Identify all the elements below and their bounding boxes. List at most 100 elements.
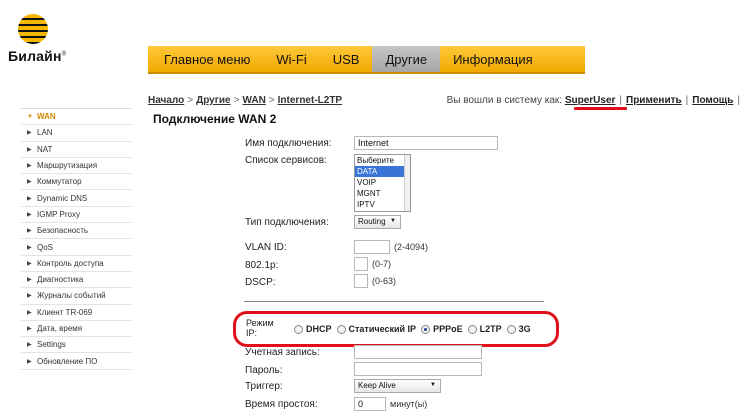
chevron-right-icon: ▶ [27, 244, 32, 251]
sidebar-item-access-control[interactable]: ▶ Контроль доступа [21, 256, 132, 272]
beeline-logo: Билайн® [8, 14, 78, 64]
chevron-right-icon: ▶ [27, 179, 32, 186]
chevron-right-icon: ▶ [27, 195, 32, 202]
logged-in-label: Вы вошли в систему как: [446, 95, 563, 106]
service-option-mgnt[interactable]: MGNT [355, 188, 410, 199]
chevron-right-icon: ▶ [27, 309, 32, 316]
chevron-right-icon: ▶ [27, 146, 32, 153]
chevron-right-icon: ▶ [27, 358, 32, 365]
idle-time-input[interactable] [354, 397, 386, 411]
service-option-select[interactable]: Выберите [355, 155, 410, 166]
sidebar-item-settings[interactable]: ▶ Settings [21, 337, 132, 354]
trademark: ® [61, 51, 67, 58]
radio-3g[interactable] [506, 324, 516, 334]
breadcrumb: Начало > Другие > WAN > Internet-L2TP [148, 95, 342, 106]
chevron-right-icon: ▶ [27, 163, 32, 170]
ip-mode-3g[interactable]: 3G [506, 324, 531, 334]
ip-mode-radio-group: DHCP Статический IP PPPoE L2TP 3G [294, 324, 536, 334]
logo-ball-icon [18, 14, 48, 44]
services-listbox[interactable]: Выберите DATA VOIP MGNT IPTV [354, 154, 411, 212]
dropdown-caret-icon: ▼ [390, 218, 396, 224]
chevron-right-icon: ▶ [27, 293, 32, 300]
sidebar-item-firmware-update[interactable]: ▶ Обновление ПО [21, 353, 132, 370]
sidebar-item-switch[interactable]: ▶ Коммутатор [21, 174, 132, 191]
ip-mode-pppoe[interactable]: PPPoE [421, 324, 463, 334]
user-status: Вы вошли в систему как: SuperUser | Примен… [446, 95, 740, 106]
tab-usb[interactable]: USB [320, 46, 373, 72]
chevron-right-icon: ▶ [27, 211, 32, 218]
dot1p-range: (0-7) [372, 259, 392, 269]
chevron-right-icon: ▶ [27, 277, 32, 284]
vlan-id-range: (2-4094) [394, 242, 429, 252]
top-nav: Главное меню Wi-Fi USB Другие Информация [148, 46, 585, 74]
dscp-label: DSCP: [245, 277, 276, 288]
dot1p-label: 802.1p: [245, 260, 279, 271]
vlan-id-label: VLAN ID: [245, 242, 287, 253]
radio-pppoe[interactable] [421, 324, 431, 334]
trigger-label: Триггер: [245, 381, 283, 392]
vlan-id-input[interactable] [354, 240, 390, 254]
radio-static[interactable] [336, 324, 346, 334]
service-option-data[interactable]: DATA [355, 166, 410, 177]
tab-main-menu[interactable]: Главное меню [148, 46, 263, 72]
sidebar-item-wan[interactable]: ▼ WAN [21, 109, 132, 126]
breadcrumb-sep: > [233, 95, 240, 106]
dscp-input[interactable] [354, 274, 368, 288]
sidebar-item-logs[interactable]: ▶ Журналы событий [21, 288, 132, 305]
sidebar-item-diagnostics[interactable]: ▶ Диагностика [21, 272, 132, 289]
apply-link[interactable]: Применить [626, 95, 682, 106]
sidebar-item-qos[interactable]: ▶ QoS [21, 239, 132, 256]
radio-dhcp[interactable] [294, 324, 303, 334]
service-option-voip[interactable]: VOIP [355, 177, 410, 188]
chevron-down-icon: ▼ [27, 113, 33, 120]
breadcrumb-wan[interactable]: WAN [242, 95, 265, 106]
account-input[interactable] [354, 345, 482, 359]
chevron-right-icon: ▶ [27, 326, 32, 332]
breadcrumb-sep: > [187, 95, 194, 106]
page-title: Подключение WAN 2 [153, 112, 277, 126]
username-highlight-underline [574, 107, 627, 110]
sidebar-item-security[interactable]: ▶ Безопасность [21, 223, 132, 240]
password-label: Пароль: [245, 365, 283, 376]
breadcrumb-home[interactable]: Начало [148, 95, 184, 106]
tab-other[interactable]: Другие [372, 46, 441, 72]
listbox-scrollbar[interactable] [404, 155, 410, 211]
sidebar-item-datetime[interactable]: ▶ Дата, время [21, 321, 132, 338]
tab-info[interactable]: Информация [440, 46, 546, 72]
idle-time-unit: минут(ы) [390, 399, 428, 409]
dscp-range: (0-63) [372, 276, 397, 286]
idle-time-label: Время простоя: [245, 399, 318, 410]
password-input[interactable] [354, 362, 482, 376]
ip-mode-dhcp[interactable]: DHCP [294, 324, 332, 334]
username-link[interactable]: SuperUser [565, 95, 616, 106]
sidebar-item-lan[interactable]: ▶ LAN [21, 125, 132, 142]
chevron-right-icon: ▶ [27, 130, 32, 137]
ip-mode-static[interactable]: Статический IP [336, 324, 416, 334]
sidebar-item-ddns[interactable]: ▶ Dynamic DNS [21, 190, 132, 207]
chevron-right-icon: ▶ [27, 260, 32, 267]
sidebar-item-igmp[interactable]: ▶ IGMP Proxy [21, 207, 132, 224]
ip-mode-l2tp[interactable]: L2TP [467, 324, 502, 334]
help-link[interactable]: Помощь [692, 95, 733, 106]
sidebar: ▼ WAN ▶ LAN ▶ NAT ▶ Маршрутизация ▶ Коммутато… [21, 108, 132, 370]
tab-wifi[interactable]: Wi-Fi [263, 46, 319, 72]
dropdown-caret-icon: ▼ [430, 382, 436, 388]
section-divider [244, 301, 544, 302]
connection-name-label: Имя подключения: [245, 138, 332, 149]
logo-text: Билайн [8, 48, 62, 64]
radio-l2tp[interactable] [467, 324, 477, 334]
dot1p-input[interactable] [354, 257, 368, 271]
sidebar-item-nat[interactable]: ▶ NAT [21, 142, 132, 158]
sidebar-item-tr069[interactable]: ▶ Клиент TR-069 [21, 305, 132, 321]
connection-type-label: Тип подключения: [245, 217, 329, 228]
breadcrumb-current[interactable]: Internet-L2TP [278, 95, 342, 106]
service-option-iptv[interactable]: IPTV [355, 199, 410, 210]
connection-type-select[interactable]: Routing ▼ [354, 215, 401, 229]
trigger-select[interactable]: Keep Alive ▼ [354, 379, 441, 393]
ip-mode-label: Режим IP: [246, 318, 274, 338]
breadcrumb-other[interactable]: Другие [196, 95, 231, 106]
sidebar-item-routing[interactable]: ▶ Маршрутизация [21, 158, 132, 175]
account-label: Учетная запись: [245, 347, 320, 358]
connection-name-input[interactable] [354, 136, 498, 150]
chevron-right-icon: ▶ [27, 228, 32, 235]
